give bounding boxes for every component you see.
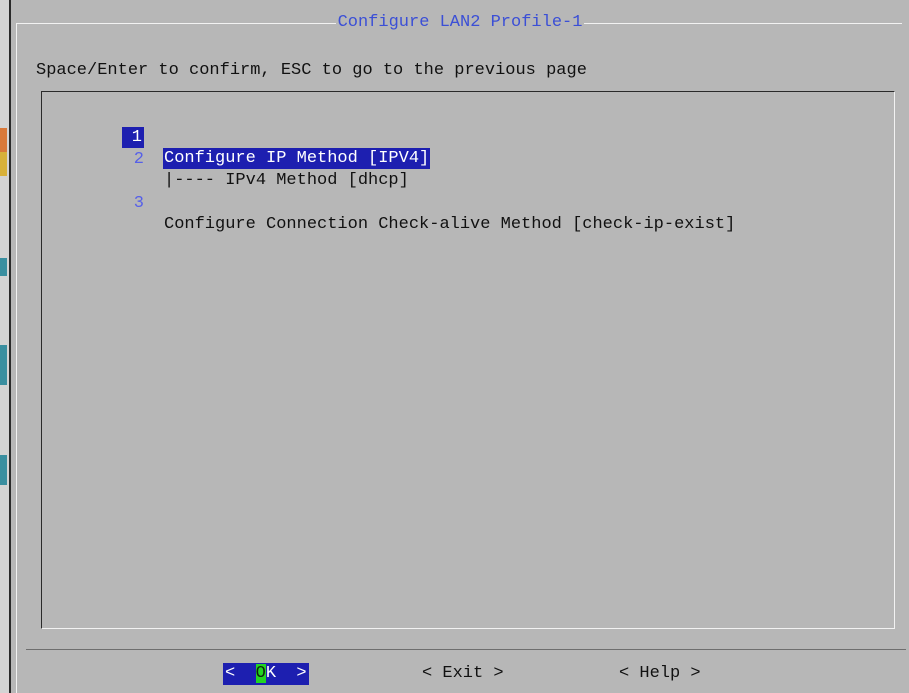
ok-button-left: < <box>225 664 256 683</box>
edge-mark-teal-2 <box>0 345 7 385</box>
ok-button-hotkey: O <box>255 664 266 683</box>
menu-item-check-alive-method[interactable]: 3 Configure Connection Check-alive Metho… <box>42 172 736 234</box>
configure-dialog: Configure LAN2 Profile-1 Space/Enter to … <box>11 0 909 693</box>
menu-list: 1 Configure IP Method [IPV4] 2 |---- IPv… <box>41 91 895 629</box>
menu-item-tag: 3 <box>133 194 144 213</box>
edge-mark-yellow <box>0 152 7 176</box>
menu-item-ipv4-method[interactable]: 2 |---- IPv4 Method [dhcp] <box>42 128 409 190</box>
instructions-text: Space/Enter to confirm, ESC to go to the… <box>36 61 587 80</box>
menu-item-tag: 1 <box>122 127 144 148</box>
edge-mark-teal-3 <box>0 455 7 485</box>
ok-button[interactable]: < OK > <box>223 663 309 685</box>
terminal-left-edge <box>0 0 9 693</box>
exit-button[interactable]: < Exit > <box>422 663 504 685</box>
menu-item-label: Configure IP Method [IPV4] <box>163 148 431 169</box>
button-bar: < OK > < Exit > < Help > <box>11 663 701 685</box>
help-button[interactable]: < Help > <box>619 663 701 685</box>
menu-item-label: |---- IPv4 Method [dhcp] <box>164 171 409 190</box>
button-separator <box>26 649 906 650</box>
ok-button-rest: K > <box>265 664 307 683</box>
menu-item-configure-ip-method[interactable]: 1 Configure IP Method [IPV4] <box>42 106 431 169</box>
menu-item-label: Configure Connection Check-alive Method … <box>164 215 736 234</box>
edge-mark-teal <box>0 258 7 276</box>
menu-item-tag: 2 <box>133 150 144 169</box>
